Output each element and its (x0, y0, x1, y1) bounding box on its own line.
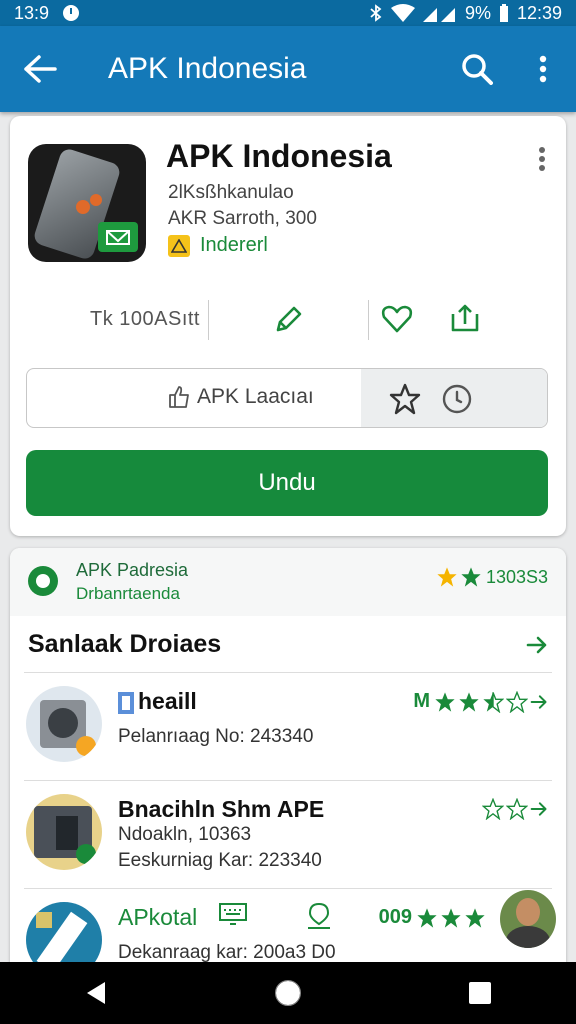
star-outline-icon (506, 798, 528, 820)
nav-back-button[interactable] (66, 962, 126, 1024)
app-developer: 2lKsßhkanulao (168, 182, 294, 203)
star-outline-icon (482, 798, 504, 820)
square-recents-icon (469, 982, 491, 1004)
app-more-button[interactable] (538, 146, 546, 177)
star-outline-icon (506, 690, 528, 713)
list-item-title: APkotal (118, 904, 198, 930)
bluetooth-icon (370, 4, 382, 22)
heart-icon[interactable] (380, 302, 414, 336)
add-to-list-button[interactable]: APK Laacıaı (26, 368, 548, 428)
app-details-card: APK Indonesia 2lKsßhkanulao AKR Sarroth,… (10, 116, 566, 536)
refresh-badge-icon (76, 736, 96, 756)
arrow-right-icon (530, 694, 547, 709)
location-icon (308, 902, 330, 929)
arrow-left-icon (24, 55, 57, 83)
stats-row: Tk 100ASıtt (10, 296, 566, 344)
battery-icon (499, 4, 508, 22)
list-item[interactable]: Bnacihln Shm APE Ndoakln, 10363 Eeskurni… (10, 780, 566, 888)
rating-prefix: 009 (378, 906, 412, 928)
system-nav-bar (0, 962, 576, 1024)
search-icon (462, 54, 493, 85)
back-button[interactable] (0, 26, 80, 112)
more-vert-icon (539, 147, 545, 171)
status-clock: 12:39 (516, 2, 562, 23)
star-filled-icon (417, 907, 437, 928)
warning-icon (168, 234, 190, 257)
add-to-list-label: APK Laacıaı (197, 385, 314, 408)
list-item-subtitle: Ndoakln, 10363 (118, 824, 252, 845)
installed-label: Indererl (200, 234, 268, 256)
nav-home-button[interactable] (258, 962, 318, 1024)
source-logo-icon (28, 566, 58, 596)
triangle-back-icon (87, 982, 105, 1004)
home-circle-icon (275, 980, 301, 1006)
edit-icon[interactable] (272, 302, 306, 336)
list-item-subtitle: Dekanraag kar: 200a3 D0 (118, 942, 336, 963)
list-item-detail: Eeskurniag Kar: 223340 (118, 850, 322, 871)
source-rating: 1303S3 (436, 566, 548, 588)
installed-status: Indererl (168, 234, 268, 257)
star-filled-icon (465, 907, 485, 928)
keyboard-icon (219, 903, 247, 925)
battery-percent: 9% (464, 2, 491, 23)
app-bar: APK Indonesia (0, 26, 576, 112)
app-thumbnail (26, 794, 102, 870)
app-title: APK Indonesia (166, 138, 392, 174)
divider (368, 300, 369, 340)
status-bar: 13:9 9% 12:39 (0, 0, 576, 26)
list-item-title: heaill (138, 688, 197, 714)
share-icon[interactable] (448, 302, 482, 336)
notification-icon (63, 5, 80, 21)
source-developer: Drbanrtaenda (76, 584, 180, 603)
section-title: Sanlaak Droiaes (28, 630, 222, 658)
avatar[interactable] (500, 890, 556, 948)
signal-icon (422, 8, 455, 22)
arrow-right-icon[interactable] (526, 634, 548, 656)
list-item[interactable]: heaill Pelanrıaag No: 243340 M (10, 672, 566, 780)
list-item-rating: M (413, 690, 548, 713)
app-info: AKR Sarroth, 300 (168, 208, 317, 229)
app-badge-icon (36, 912, 52, 928)
download-button[interactable]: Undu (26, 450, 548, 516)
thumb-up-icon (169, 386, 189, 408)
arrow-right-icon (530, 802, 547, 816)
nav-recents-button[interactable] (450, 962, 510, 1024)
app-thumbnail (26, 686, 102, 762)
app-icon (28, 144, 146, 262)
page-title: APK Indonesia (108, 52, 307, 85)
star-filled-icon (461, 567, 481, 587)
star-filled-icon (459, 691, 479, 712)
star-half-icon (483, 691, 504, 713)
app-badge-icon (118, 692, 134, 714)
list-item-rating: 009 (379, 906, 486, 929)
rating-count: 1303S3 (485, 566, 548, 587)
list-item-title: Bnacihln Shm APE (118, 796, 325, 822)
source-name: APK Padresia (76, 560, 189, 580)
divider (208, 300, 209, 340)
pill-actions (361, 369, 547, 427)
more-vert-icon (539, 55, 547, 83)
related-apps-card: APK Padresia Drbanrtaenda 1303S3 Sanlaak… (10, 548, 566, 978)
star-filled-icon (441, 907, 461, 928)
wifi-icon (390, 4, 415, 22)
source-header: APK Padresia Drbanrtaenda 1303S3 (10, 548, 566, 616)
overflow-menu-button[interactable] (510, 26, 576, 112)
rating-prefix: M (413, 690, 430, 712)
star-filled-icon (435, 691, 455, 712)
star-filled-icon (437, 567, 457, 587)
list-item-subtitle: Pelanrıaag No: 243340 (118, 726, 314, 747)
search-button[interactable] (444, 26, 510, 112)
list-item-rating (482, 798, 548, 820)
status-time: 13:9 (14, 2, 50, 23)
app-badge-icon (76, 844, 96, 864)
clock-icon[interactable] (441, 383, 473, 415)
star-outline-icon[interactable] (389, 383, 421, 415)
envelope-badge-icon (98, 222, 138, 252)
download-count: Tk 100ASıtt (90, 308, 200, 330)
